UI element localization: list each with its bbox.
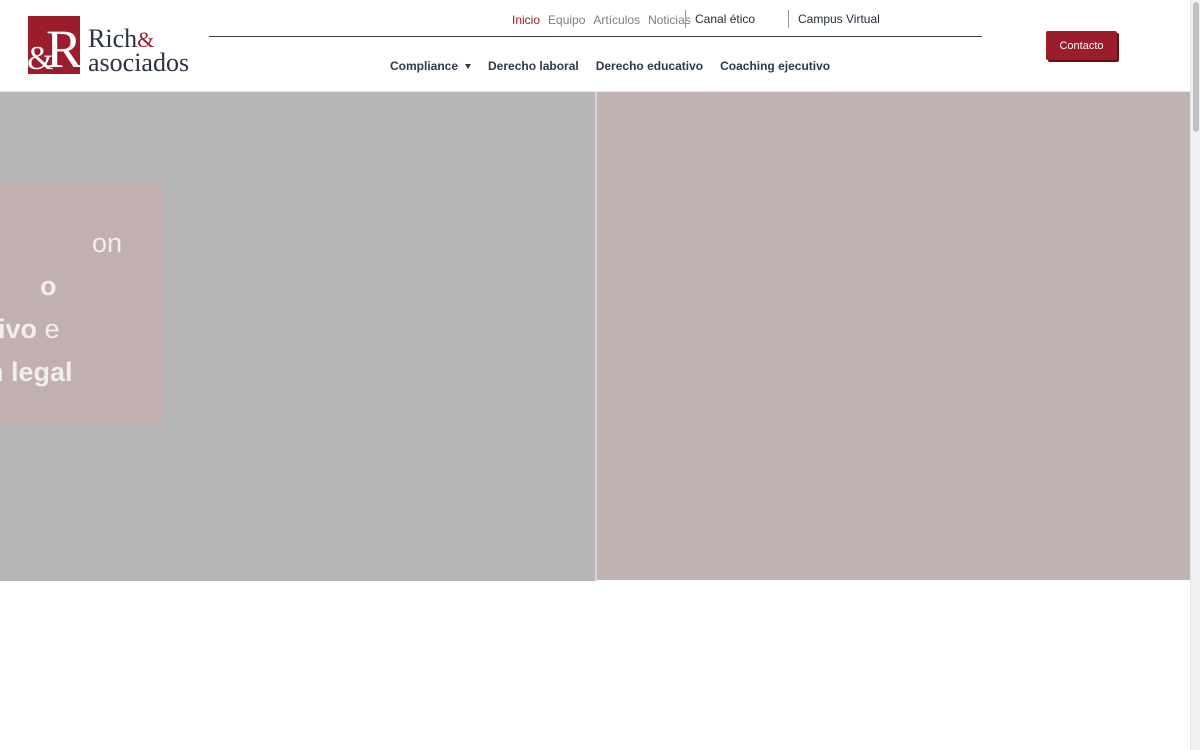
top-nav-equipo[interactable]: Equipo [548, 13, 585, 27]
contact-button[interactable]: Contacto [1046, 31, 1117, 60]
main-nav-compliance[interactable]: Compliance [390, 59, 472, 73]
top-divider-1 [685, 10, 686, 28]
campus-virtual-link[interactable]: Campus Virtual [798, 12, 880, 26]
logo[interactable]: & R Rich& asociados [27, 16, 193, 79]
main-nav-derecho-educativo[interactable]: Derecho educativo [596, 59, 703, 73]
page-scrollbar[interactable] [1190, 0, 1200, 750]
hero-right-panel [597, 92, 1190, 580]
main-nav-coaching-ejecutivo[interactable]: Coaching ejecutivo [720, 59, 830, 73]
hero-section: on o ivo e ción legal [0, 92, 1190, 581]
main-nav-derecho-laboral[interactable]: Derecho laboral [488, 59, 579, 73]
hero-line-3: ivo e [0, 308, 60, 351]
logo-mark-letter: R [46, 19, 83, 79]
hero-left-panel: on o ivo e ción legal [0, 92, 595, 581]
logo-mark: & R [27, 16, 83, 79]
main-nav: Compliance Derecho laboral Derecho educa… [390, 59, 847, 73]
hero-line-3-bold: ivo [0, 314, 38, 344]
canal-etico-link[interactable]: Canal ético [695, 12, 755, 26]
caret-down-icon [465, 63, 472, 69]
hero-line-4: ción legal [0, 357, 73, 387]
top-nav-articulos[interactable]: Artículos [593, 13, 640, 27]
hero-text-box: on o ivo e ción legal [0, 184, 164, 424]
site-header: & R Rich& asociados Inicio Equipo Artícu… [0, 0, 1190, 92]
main-nav-compliance-label: Compliance [390, 59, 459, 73]
hero-line-2: o [40, 271, 57, 301]
hero-line-3-light: e [37, 314, 60, 344]
top-divider-2 [788, 10, 789, 28]
top-nav-inicio[interactable]: Inicio [512, 13, 540, 27]
top-nav: Inicio Equipo Artículos Noticias [512, 12, 699, 28]
scrollbar-thumb[interactable] [1193, 2, 1199, 132]
hero-line-1: on [92, 228, 123, 258]
logo-word-asociados: asociados [88, 48, 190, 77]
header-divider-line [209, 36, 982, 37]
